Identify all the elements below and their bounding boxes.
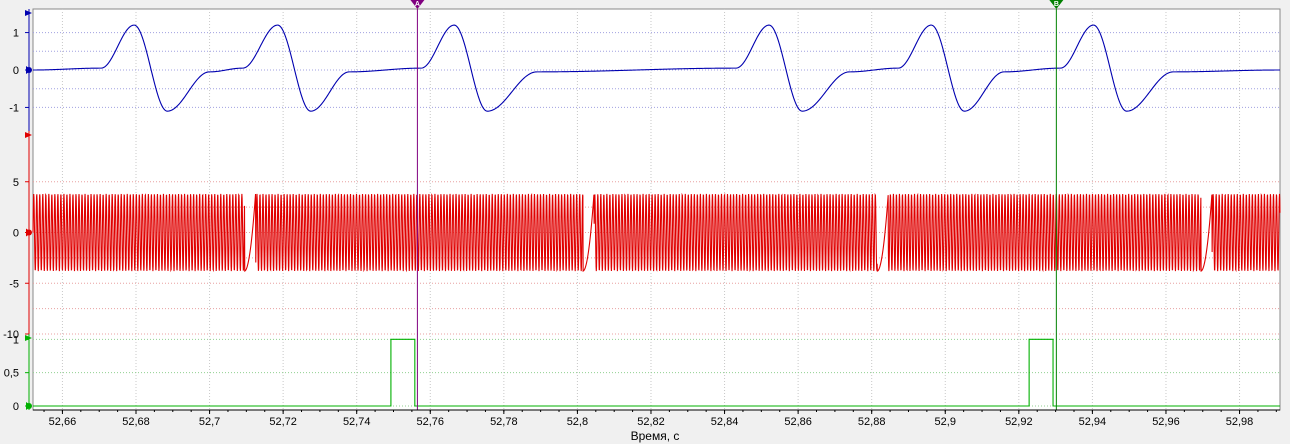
- channel-2-y-tick-label: 5: [13, 177, 19, 189]
- channel-2-y-tick-label: 0: [13, 228, 19, 240]
- x-tick-label: 52,94: [1079, 416, 1107, 428]
- x-tick-label: 52,82: [637, 416, 665, 428]
- channel-1-y-tick-label: 0: [13, 65, 19, 77]
- x-tick-label: 52,66: [49, 416, 77, 428]
- x-tick-label: 52,9: [935, 416, 956, 428]
- cursor-b-letter: B: [1054, 1, 1059, 8]
- x-tick-label: 52,76: [417, 416, 445, 428]
- x-tick-label: 52,68: [122, 416, 150, 428]
- x-tick-label: 52,7: [199, 416, 220, 428]
- x-tick-label: 52,84: [711, 416, 739, 428]
- x-tick-label: 52,8: [567, 416, 588, 428]
- channel-1-y-tick-label: 1: [13, 28, 19, 40]
- channel-3-y-tick-label: 0: [13, 401, 19, 413]
- x-tick-label: 52,88: [858, 416, 886, 428]
- x-tick-label: 52,72: [269, 416, 297, 428]
- channel-1-y-tick-label: -1: [9, 102, 19, 114]
- cursor-a-letter: A: [415, 1, 420, 8]
- x-tick-label: 52,74: [343, 416, 371, 428]
- oscilloscope-chart: A B 52,66 52,68 52,7 52,72 52,74 52,76 52,78 52,…: [0, 0, 1290, 444]
- x-tick-label: 52,96: [1152, 416, 1180, 428]
- x-tick-label: 52,98: [1226, 416, 1254, 428]
- x-tick-label: 52,92: [1005, 416, 1033, 428]
- x-tick-label: 52,78: [490, 416, 518, 428]
- x-tick-label: 52,86: [784, 416, 812, 428]
- channel-3-y-tick-label: 1: [13, 334, 19, 346]
- channel-3-y-tick-label: 0,5: [4, 368, 19, 380]
- x-axis-label: Время, с: [631, 429, 680, 443]
- channel-2-y-tick-label: -5: [9, 278, 19, 290]
